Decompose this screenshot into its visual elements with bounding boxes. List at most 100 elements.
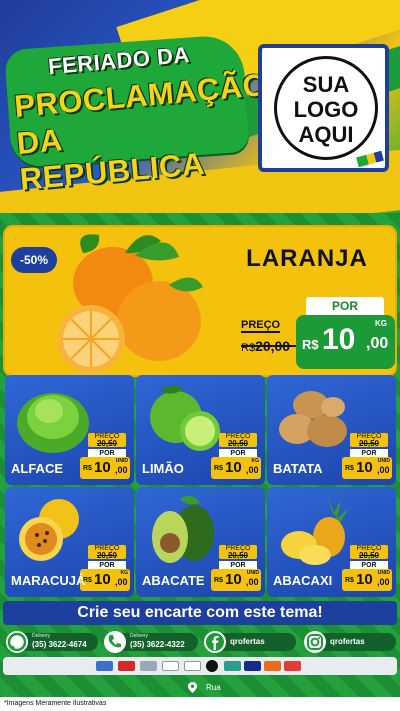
logo-text-1: SUA [302,72,350,97]
whatsapp-contact[interactable]: Delivery (35) 3622-4674 [6,631,98,653]
facebook-handle: qrofertas [230,637,265,646]
price-currency: R$ [345,577,354,584]
price-integer: 10 [225,459,242,476]
old-price-label: PREÇO [241,319,281,333]
price-integer: 10 [94,459,111,476]
passionfruit-image [9,493,93,569]
price-unit: KG [120,570,129,576]
price-integer: 10 [94,571,111,588]
price-cents: ,00 [115,577,128,587]
new-price-tag: R$ 10 ,00 KG [211,457,261,479]
price-unit: UNID [377,458,390,464]
old-price-value: 20,00 [255,338,291,354]
product-card[interactable]: PREÇO 20,50 POR R$ 10,00 KG MARACUJÁ [5,487,134,597]
holiday-title: FERIADO DA PROCLAMAÇÃO DA REPÚBLICA [4,33,268,197]
price-unit: UNID [115,458,128,464]
facebook-pill: qrofertas [220,633,296,651]
phone-pill: Delivery (35) 3622-4322 [120,633,198,651]
facebook-contact[interactable]: qrofertas [204,631,296,653]
product-name: ABACAXI [273,573,333,588]
old-price: R$20,00 [241,338,297,354]
product-card[interactable]: PREÇO 20,50 POR R$ 10,00 UNID ABACAXI [267,487,396,597]
phone-number: (35) 3622-4322 [130,640,185,649]
cta-banner[interactable]: Crie seu encarte com este tema! [3,601,397,625]
card-icon [118,661,135,671]
logo-placeholder[interactable]: SUA LOGO AQUI [258,44,389,172]
card-icon [140,661,157,671]
discount-badge: -50% [11,247,57,273]
header: FERIADO DA PROCLAMAÇÃO DA REPÚBLICA SUA … [0,0,400,213]
new-price-tag: R$ 10 ,00 UNID [211,569,261,591]
payment-methods [88,659,312,673]
facebook-icon [204,631,226,653]
old-price-tag: PREÇO 20,50 [219,433,257,448]
featured-offer[interactable]: -50% LARANJA PREÇO R$20,00 POR R$ 10 ,00… [3,225,397,377]
logo-circle: SUA LOGO AQUI [274,56,378,160]
price-cents: ,00 [366,335,389,352]
whatsapp-sub: Delivery [32,633,51,639]
phone-sub: Delivery [130,633,149,639]
pineapple-image [271,493,355,569]
offers-panel: -50% LARANJA PREÇO R$20,00 POR R$ 10 ,00… [0,213,400,711]
card-icon [184,661,201,671]
logo-text-3: AQUI [298,122,354,147]
old-price-value: 20,50 [227,551,249,560]
card-icon [162,661,179,671]
card-icon [284,661,301,671]
instagram-icon [304,631,326,653]
price-cents: ,00 [246,577,259,587]
avocado-image [140,493,224,569]
price-unit: UNID [377,570,390,576]
whatsapp-pill: Delivery (35) 3622-4674 [22,633,98,651]
old-price-tag: PREÇO 20,50 [88,545,126,560]
price-currency: R$ [83,465,92,472]
instagram-handle: qrofertas [330,637,365,646]
phone-icon [104,631,126,653]
new-price-tag: R$ 10 ,00 UNID [342,569,392,591]
price-unit: KG [251,458,260,464]
product-name: MARACUJÁ [11,573,86,588]
old-price-tag: PREÇO 20,50 [350,433,388,448]
instagram-contact[interactable]: qrofertas [304,631,396,653]
product-card[interactable]: PREÇO 20,50 POR R$ 10,00 UNID ALFACE [5,375,134,485]
price-currency: R$ [214,465,223,472]
old-price-value: 20,50 [96,439,118,448]
product-name: BATATA [273,461,323,476]
old-price-value: 20,50 [358,551,380,560]
price-integer: 10 [356,571,373,588]
price-cents: ,00 [377,577,390,587]
disclaimer: *Imagens Meramente Ilustrativas [0,697,400,711]
new-price-tag: R$ 10 ,00 UNID [342,457,392,479]
por-label: POR [306,297,384,315]
orange-image [43,225,213,377]
old-price-currency: R$ [241,342,256,354]
logo-text-2: LOGO [293,97,359,122]
product-name: ABACATE [142,573,205,588]
price-unit: UNID [246,570,259,576]
lettuce-image [9,381,93,457]
product-card[interactable]: PREÇO 20,50 POR R$ 10,00 KG LIMÃO [136,375,265,485]
product-card[interactable]: PREÇO 20,50 POR R$ 10,00 UNID ABACATE [136,487,265,597]
new-price-tag: R$ 10,00 KG [80,569,130,591]
featured-product-name: LARANJA [246,245,368,272]
product-card[interactable]: PREÇO 20,50 POR R$ 10,00 UNID BATATA [267,375,396,485]
instagram-pill: qrofertas [320,633,396,651]
old-price-tag: PREÇO 20,50 [219,545,257,560]
brazil-flag-icon [356,150,384,168]
product-name: ALFACE [11,461,63,476]
price-cents: ,00 [246,465,259,475]
old-price-tag: PREÇO 20,50 [350,545,388,560]
card-icon [96,661,113,671]
featured-price: POR R$ 10 ,00 KG [296,297,395,371]
old-price-value: 20,50 [227,439,249,448]
location-pin-icon [188,682,197,695]
whatsapp-icon [6,631,28,653]
visa-icon [244,661,261,671]
price-cents: ,00 [115,465,128,475]
whatsapp-number: (35) 3622-4674 [32,640,87,649]
phone-contact[interactable]: Delivery (35) 3622-4322 [104,631,198,653]
new-price-box: R$ 10 ,00 KG [296,315,395,369]
lime-image [140,381,224,457]
price-currency: R$ [345,465,354,472]
potato-image [271,381,355,457]
